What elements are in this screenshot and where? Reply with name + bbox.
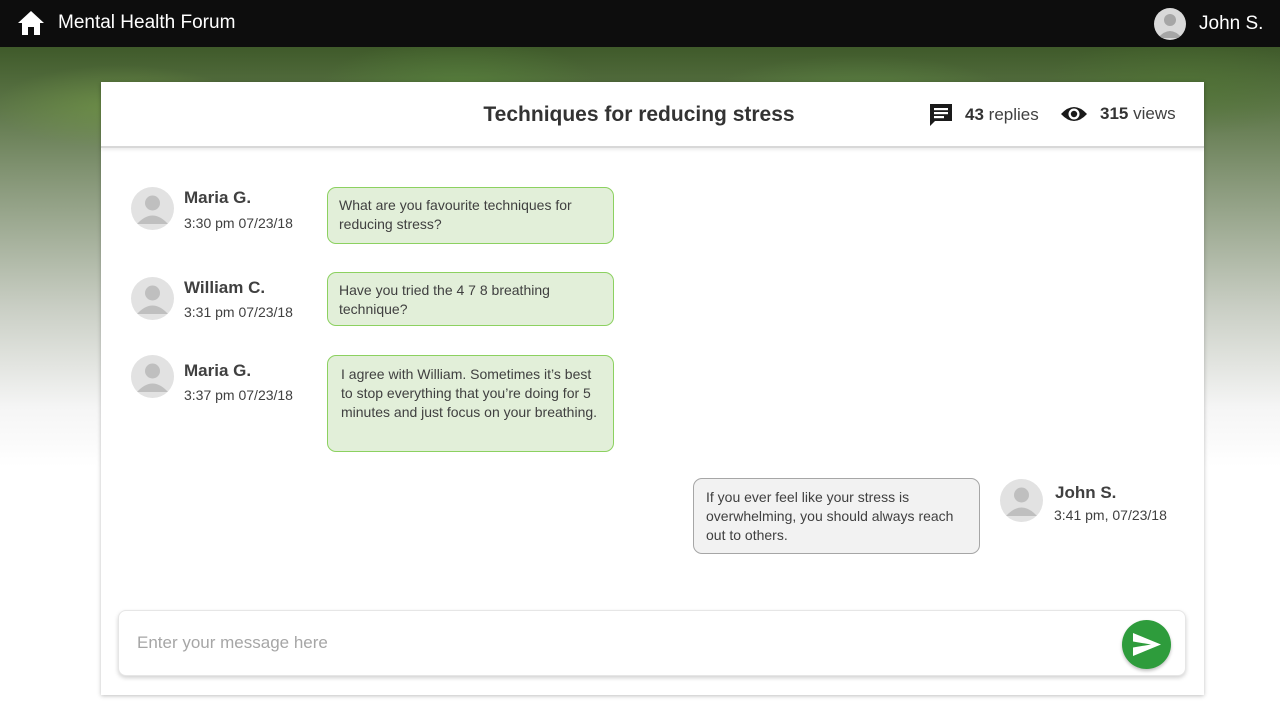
user-avatar[interactable] xyxy=(1154,8,1186,40)
app-title[interactable]: Mental Health Forum xyxy=(58,12,235,34)
replies-number: 43 xyxy=(965,105,984,124)
message-input[interactable] xyxy=(137,629,1097,657)
eye-icon xyxy=(1060,104,1088,124)
send-button[interactable] xyxy=(1122,620,1171,669)
message-composer xyxy=(118,610,1186,676)
views-number: 315 xyxy=(1100,104,1129,123)
message-bubble: I agree with William. Sometimes it’s bes… xyxy=(327,355,614,452)
message-time: 3:31 pm 07/23/18 xyxy=(184,304,293,320)
user-name[interactable]: John S. xyxy=(1199,13,1263,35)
chat-bubble-icon xyxy=(928,102,954,128)
message-bubble: Have you tried the 4 7 8 breathing techn… xyxy=(327,272,614,326)
replies-label: replies xyxy=(988,105,1039,124)
avatar[interactable] xyxy=(131,277,174,320)
message-time: 3:41 pm, 07/23/18 xyxy=(1054,507,1167,523)
avatar[interactable] xyxy=(1000,479,1043,522)
home-icon[interactable] xyxy=(17,10,45,36)
avatar[interactable] xyxy=(131,187,174,230)
message-bubble: What are you favourite techniques for re… xyxy=(327,187,614,244)
thread-header: Techniques for reducing stress 43 replie… xyxy=(101,82,1204,148)
message-time: 3:37 pm 07/23/18 xyxy=(184,387,293,403)
avatar[interactable] xyxy=(131,355,174,398)
thread-card: Techniques for reducing stress 43 replie… xyxy=(101,82,1204,695)
send-icon xyxy=(1122,620,1171,669)
message-author[interactable]: William C. xyxy=(184,278,265,298)
message-author[interactable]: John S. xyxy=(1055,483,1116,503)
message-author[interactable]: Maria G. xyxy=(184,188,251,208)
views-label: views xyxy=(1133,104,1176,123)
top-bar: Mental Health Forum John S. xyxy=(0,0,1280,47)
replies-count: 43 replies xyxy=(965,105,1039,125)
views-count: 315 views xyxy=(1100,104,1176,124)
message-time: 3:30 pm 07/23/18 xyxy=(184,215,293,231)
message-author[interactable]: Maria G. xyxy=(184,361,251,381)
message-bubble: If you ever feel like your stress is ove… xyxy=(693,478,980,554)
